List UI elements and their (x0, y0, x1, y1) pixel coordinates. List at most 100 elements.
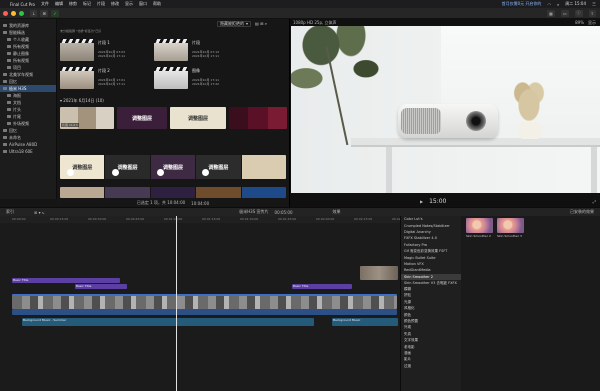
filmstrip-clip[interactable]: 调整图层 调整图层 调整图层 调整图层 (60, 155, 286, 179)
sidebar-item[interactable]: 外场视频 (0, 120, 56, 127)
sidebar-item[interactable]: 海报 (0, 92, 56, 99)
view-dropdown[interactable]: 显示 (588, 20, 596, 26)
sidebar-item[interactable]: 片头 (0, 106, 56, 113)
folder-icon (3, 150, 7, 153)
sidebar-item[interactable]: 项目 (0, 64, 56, 71)
status-notification[interactable]: 首月仅需0元 开启你的 (502, 1, 542, 7)
sidebar-item[interactable]: 文档 (0, 99, 56, 106)
browser-view-icons[interactable]: ▤ ⊞ ⌕ (255, 21, 267, 26)
title-clip[interactable]: Basic Title (12, 278, 120, 283)
sidebar-item-label: 回忆 (9, 78, 17, 84)
music-clip[interactable]: Background Music - Summer (22, 318, 314, 326)
title-clip[interactable]: Basic Title (75, 284, 127, 289)
sidebar-item[interactable]: 回忆 (0, 78, 56, 85)
folder-icon (3, 143, 7, 146)
clip-thumbnail[interactable] (154, 67, 188, 89)
effects-category-item[interactable]: Skin Smoother V3 去瑕疵 FXFX (401, 280, 461, 286)
installed-effects-dropdown[interactable]: 已安装的效果 (570, 209, 594, 215)
play-button[interactable]: ▶ (420, 199, 423, 204)
playhead[interactable] (176, 216, 177, 391)
clip-browser: 隐藏被拒绝的 ▾ ▤ ⊞ ⌕ 未分组截屏 "北桥"标签为"己识 片段 1 2021… (57, 19, 289, 199)
browser-header: 隐藏被拒绝的 ▾ ▤ ⊞ ⌕ (57, 19, 289, 28)
sidebar-item[interactable]: 未命名 (0, 134, 56, 141)
sidebar-item[interactable]: 所有视频 (0, 43, 56, 50)
storyline-audio[interactable] (12, 309, 397, 315)
effects-category-item[interactable]: 过渡 (401, 363, 461, 369)
menu-item-trim[interactable]: 修剪 (69, 1, 77, 7)
user-name[interactable]: 三 (592, 1, 596, 7)
app-toolbar: ↓ ⌘ ✓ ▦ ▭ ⓘ ⇪ (0, 8, 600, 19)
clip-thumbnail[interactable] (154, 39, 188, 61)
sidebar-item-label: 所有视频 (13, 43, 29, 49)
share-icon[interactable]: ⇪ (588, 9, 596, 17)
sidebar-item[interactable]: 智能精选 (0, 29, 56, 36)
ruler-mark: 00:02:00:00 (316, 217, 335, 221)
key-icon[interactable]: ⌘ (40, 9, 49, 17)
library-sidebar: 我的资源库 智能精选 个人收藏 所有视频 静止图像 所有视频 项目 北美学车视频 回忆 极米 H3… (0, 19, 57, 199)
menu-item-modify[interactable]: 修改 (111, 1, 119, 7)
filter-dropdown[interactable]: 隐藏被拒绝的 ▾ (217, 20, 252, 27)
menu-item-clip[interactable]: 片段 (97, 1, 105, 7)
effect-thumbnail[interactable] (497, 218, 524, 233)
filmstrip-clip[interactable]: 调整图层 (170, 107, 226, 129)
menu-item-file[interactable]: 文件 (41, 1, 49, 7)
music-clip[interactable]: Background Music (332, 318, 398, 326)
filmstrip-clip[interactable] (60, 187, 286, 198)
zoom-window-button[interactable] (19, 10, 24, 16)
fullscreen-icon[interactable]: ⤢ (593, 199, 596, 204)
menu-item-window[interactable]: 窗口 (139, 1, 147, 7)
ruler-mark: 00:00:00 (12, 217, 26, 221)
sidebar-item[interactable]: 北美学车视频 (0, 71, 56, 78)
logo-dot (112, 169, 119, 176)
sidebar-item-label: 外场视频 (13, 120, 29, 126)
logo-dot (157, 169, 164, 176)
menu-item-edit[interactable]: 编辑 (55, 1, 63, 7)
effects-browser: Color Lut's Crumpled Notes/Stabilizer Digi… (400, 216, 600, 391)
menu-item-app[interactable]: Final Cut Pro (10, 2, 35, 7)
timeline-toggle-button[interactable]: ▭ (560, 9, 569, 17)
sidebar-item[interactable]: 个人收藏 (0, 36, 56, 43)
download-icon[interactable]: ↓ (30, 9, 38, 17)
primary-storyline[interactable] (12, 294, 397, 309)
timeline-tools-icon[interactable]: ⊞ ▾ ⤷ (34, 210, 44, 215)
menu-item-view[interactable]: 显示 (125, 1, 133, 7)
clip-thumbnail[interactable] (60, 67, 94, 89)
library-toggle-button[interactable]: ▦ (547, 9, 555, 17)
zoom-dropdown[interactable]: 89% (575, 20, 584, 26)
index-button[interactable]: 索引 (6, 209, 14, 215)
timeline-ruler[interactable]: 00:00:00 00:00:15:00 00:00:30:00 00:00:45:0… (0, 216, 400, 223)
check-icon[interactable]: ✓ (51, 9, 59, 17)
sidebar-item[interactable]: 片尾 (0, 113, 56, 120)
sidebar-item[interactable]: 回忆 (0, 127, 56, 134)
timeline[interactable]: 00:00:00 00:00:15:00 00:00:30:00 00:00:45:0… (0, 216, 400, 391)
sidebar-item[interactable]: 所有视频 (0, 57, 56, 64)
logo-dot (202, 169, 209, 176)
menu-item-help[interactable]: 帮助 (153, 1, 161, 7)
viewer-header: 1080p HD 25p, 立体声 89% 显示 (290, 19, 600, 26)
connected-clip[interactable] (360, 266, 398, 280)
wifi-icon[interactable]: ◠ (547, 2, 551, 7)
inspector-toggle-button[interactable]: ⓘ (574, 9, 583, 17)
filmstrip-clip[interactable] (229, 107, 287, 129)
sidebar-item[interactable]: 我的资源库 (0, 22, 56, 29)
clip-meta: 2021年10月 17:11 (192, 54, 220, 58)
sidebar-item[interactable]: AirPulse A80D (0, 141, 56, 148)
close-window-button[interactable] (3, 10, 8, 16)
sidebar-item[interactable]: 极米 H3S (0, 85, 56, 92)
effect-thumbnail[interactable] (466, 218, 493, 233)
effect-label: Skin Smoother 3 (497, 234, 522, 238)
filmstrip-clip[interactable]: 调整图层 (117, 107, 167, 129)
date-group-header[interactable]: ▾ 2021年 6月14日 (10) (60, 98, 104, 104)
clip-thumbnail[interactable] (60, 39, 94, 61)
viewer-frame[interactable] (291, 26, 600, 193)
menu-item-mark[interactable]: 标记 (83, 1, 91, 7)
sidebar-item[interactable]: Ultra18 60E (0, 148, 56, 155)
search-icon[interactable]: ⌕ (557, 2, 559, 7)
project-duration: 00:05:00 (274, 209, 293, 215)
sidebar-item[interactable]: 静止图像 (0, 50, 56, 57)
clip-name: 片段 2 (98, 68, 110, 73)
minimize-window-button[interactable] (11, 10, 16, 16)
filmstrip-label: 片尾 11/13 (61, 123, 79, 127)
title-clip[interactable]: Basic Title (292, 284, 352, 289)
clock[interactable]: 周二 15:04 (565, 1, 586, 7)
